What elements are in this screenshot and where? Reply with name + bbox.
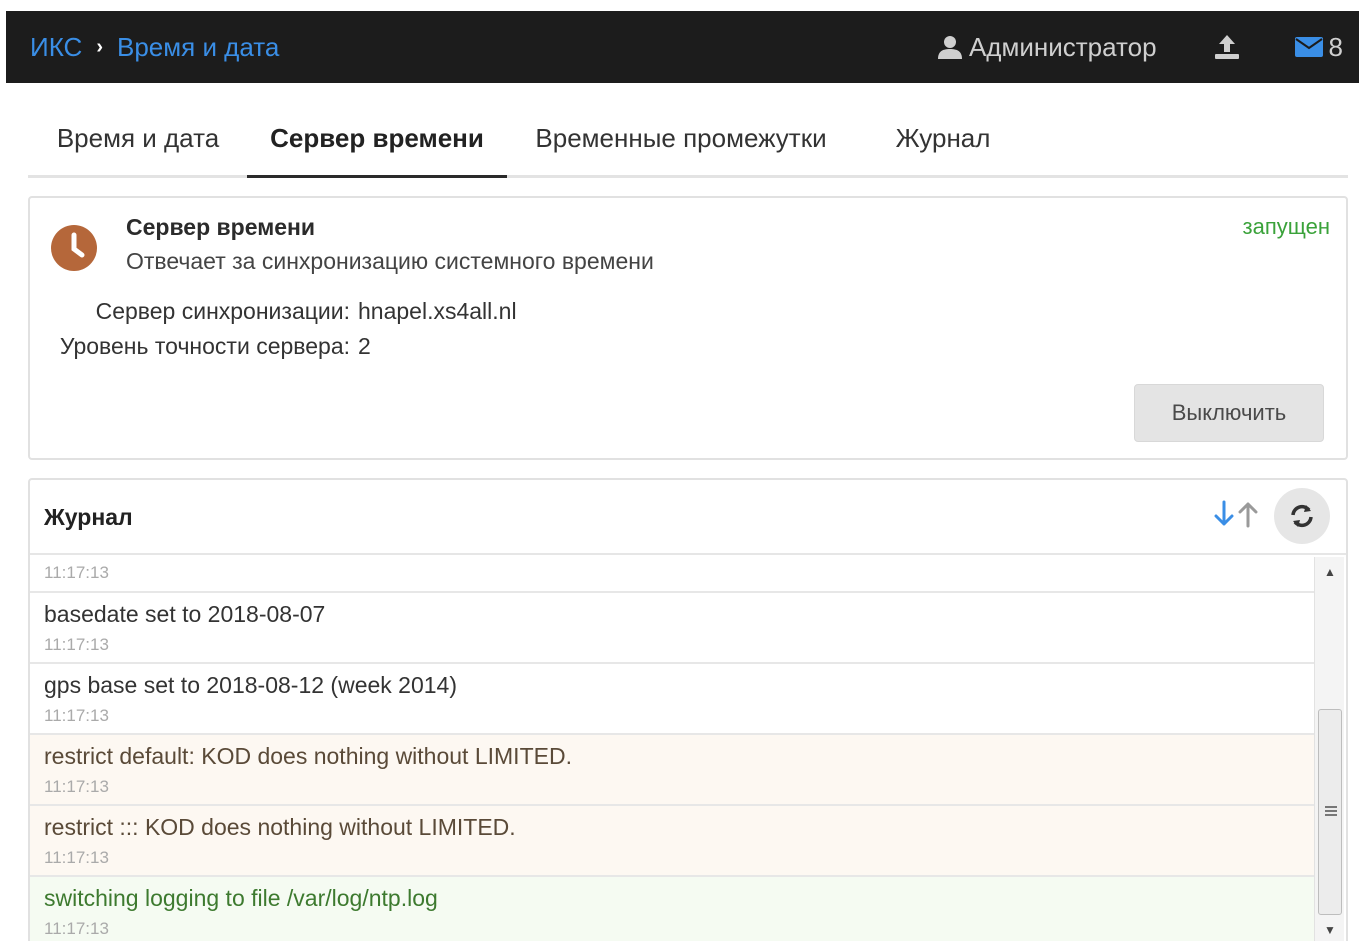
log-title: Журнал [44, 504, 133, 530]
status-badge: запущен [1242, 214, 1330, 239]
sort-toggle[interactable] [1212, 500, 1260, 528]
tab-bar: Время и дата Сервер времени Временные пр… [28, 100, 1348, 178]
list-item: gps base set to 2018-08-12 (week 2014) 1… [30, 664, 1316, 735]
log-entry-message: switching logging to file /var/log/ntp.l… [44, 885, 438, 911]
breadcrumb-separator: › [96, 35, 103, 58]
scroll-up-arrow-icon[interactable]: ▲ [1315, 565, 1345, 585]
log-entry-message: restrict ::: KOD does nothing without LI… [44, 814, 516, 840]
grip-icon [1325, 806, 1337, 818]
stratum-label: Уровень точности сервера: [59, 333, 350, 359]
list-item: basedate set to 2018-08-07 11:17:13 [30, 593, 1316, 664]
log-entry-time: 11:17:13 [44, 635, 109, 654]
user-name: Администратор [968, 31, 1157, 62]
scroll-thumb[interactable] [1318, 709, 1342, 915]
tab-journal[interactable]: Журнал [860, 100, 1026, 178]
list-item: switching logging to file /var/log/ntp.l… [30, 877, 1316, 941]
top-bar: ИКС › Время и дата Администратор 8 [6, 11, 1359, 83]
user-icon [937, 36, 962, 59]
tab-time-intervals[interactable]: Временные промежутки [506, 100, 856, 178]
breadcrumb-root-link[interactable]: ИКС [30, 32, 82, 63]
log-entry-time: 11:17:13 [44, 848, 109, 867]
log-entry-time: 11:17:13 [44, 919, 109, 938]
log-entry-time: 11:17:13 [44, 563, 109, 582]
refresh-button[interactable] [1274, 488, 1330, 544]
scroll-down-arrow-icon[interactable]: ▼ [1315, 923, 1345, 941]
tab-time-and-date[interactable]: Время и дата [28, 100, 248, 178]
stratum-row: Уровень точности сервера: 2 [50, 333, 371, 360]
stratum-value: 2 [358, 333, 371, 359]
list-item: 11:17:13 [30, 555, 1316, 593]
clock-icon [51, 225, 97, 271]
log-entry-message: gps base set to 2018-08-12 (week 2014) [44, 672, 457, 698]
log-entries: 11:17:13 basedate set to 2018-08-07 11:1… [30, 555, 1316, 941]
sync-server-label: Сервер синхронизации: [95, 298, 350, 324]
sync-server-row: Сервер синхронизации: hnapel.xs4all.nl [50, 298, 517, 325]
sort-arrows-icon [1214, 500, 1258, 528]
refresh-icon [1291, 504, 1313, 528]
log-scrollbar[interactable]: ▲ ▼ [1314, 557, 1344, 941]
tab-time-server[interactable]: Сервер времени [247, 100, 507, 178]
service-card: Сервер времени Отвечает за синхронизацию… [28, 196, 1348, 460]
log-entry-time: 11:17:13 [44, 706, 109, 725]
list-item: restrict ::: KOD does nothing without LI… [30, 806, 1316, 877]
log-panel: Журнал 11:17:13 basedate set to 2018-08-… [28, 478, 1348, 941]
service-title: Сервер времени [126, 214, 316, 240]
log-header: Журнал [30, 480, 1346, 555]
upload-icon [1214, 35, 1239, 59]
list-item: restrict default: KOD does nothing witho… [30, 735, 1316, 806]
top-bar-actions: Администратор 8 [937, 11, 1343, 83]
messages-button[interactable]: 8 [1294, 31, 1343, 63]
envelope-icon [1294, 37, 1323, 57]
service-description: Отвечает за синхронизацию системного вре… [126, 248, 654, 274]
user-menu[interactable]: Администратор [937, 32, 1157, 63]
breadcrumb-current[interactable]: Время и дата [117, 32, 279, 63]
disable-button[interactable]: Выключить [1134, 384, 1324, 442]
sync-server-value: hnapel.xs4all.nl [358, 298, 517, 324]
log-entry-message: restrict default: KOD does nothing witho… [44, 743, 572, 769]
log-entry-time: 11:17:13 [44, 777, 109, 796]
log-entry-message: basedate set to 2018-08-07 [44, 601, 326, 627]
messages-count: 8 [1328, 31, 1343, 62]
upload-button[interactable] [1213, 33, 1241, 61]
